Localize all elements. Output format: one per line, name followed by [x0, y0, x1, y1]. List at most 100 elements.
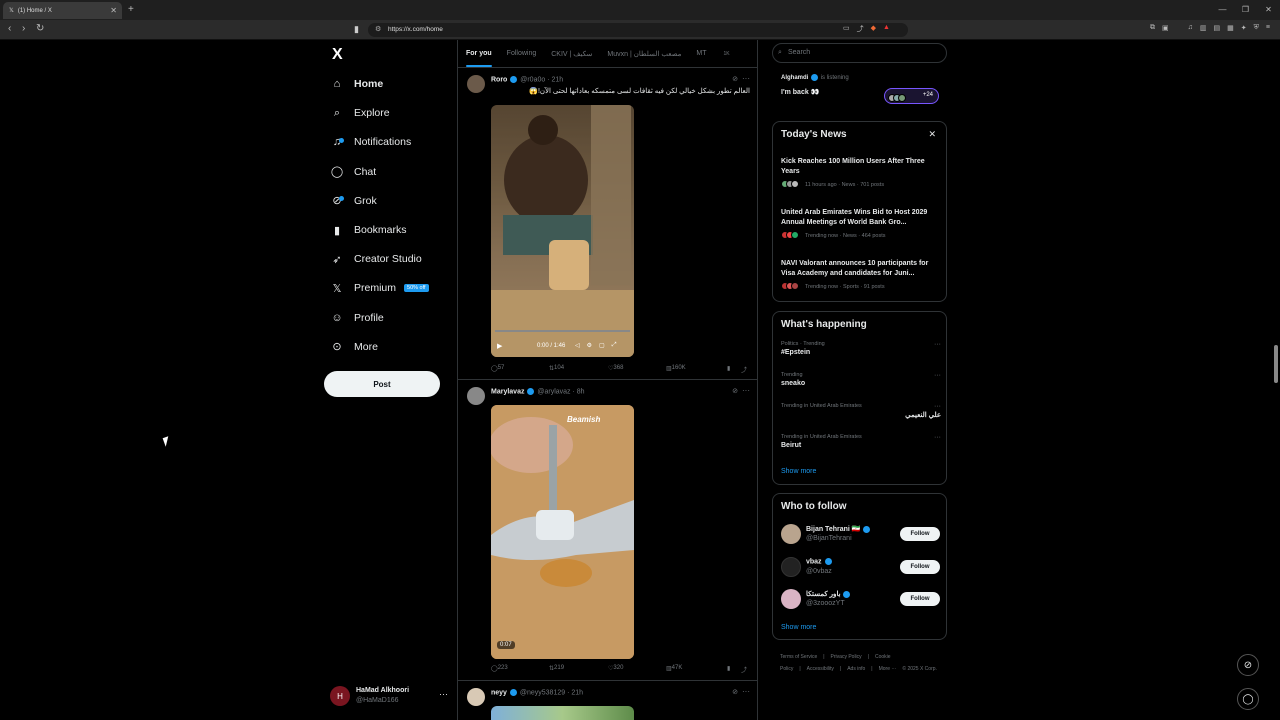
news-item[interactable]: NAVI Valorant announces 10 participants … [781, 259, 941, 292]
avatar[interactable] [467, 75, 485, 93]
grok-icon[interactable]: ⊘ [732, 688, 738, 696]
close-window-icon[interactable]: ✕ [1257, 0, 1280, 20]
wallet2-icon[interactable]: ▦ [1227, 24, 1234, 32]
bookmark-tweet-icon[interactable]: ▮ [727, 365, 730, 372]
tab-following[interactable]: Following [507, 50, 537, 57]
pip-icon[interactable]: ▢ [599, 342, 605, 349]
share-icon[interactable]: ⤴ [857, 24, 864, 34]
reply-button[interactable]: ◯ 57 [491, 365, 504, 372]
show-more-link[interactable]: Show more [781, 624, 816, 631]
nav-item-chat[interactable]: ◯ Chat [330, 162, 376, 182]
tweet[interactable]: neyy @neyy538129 · 21h ⊘ ··· [458, 682, 757, 720]
avatar[interactable] [467, 387, 485, 405]
like-button[interactable]: ♡ 320 [608, 665, 623, 672]
tweet-image[interactable] [491, 706, 634, 720]
forward-icon[interactable]: › [22, 23, 25, 34]
trend-item[interactable]: Trending in United Arab Emirates علي الن… [781, 403, 941, 419]
nav-item-explore[interactable]: ⌕ Explore [330, 103, 390, 123]
tweet-author[interactable]: Roro [491, 76, 507, 83]
shield-icon[interactable]: ◆ [871, 24, 876, 34]
tweet-author[interactable]: Marylavaz [491, 388, 524, 395]
browser-tab[interactable]: 𝕏 (1) Home / X ✕ [3, 2, 122, 19]
minimize-icon[interactable]: — [1211, 0, 1234, 20]
tweet-time[interactable]: 21h [552, 76, 564, 83]
nav-item-premium[interactable]: 𝕏 Premium 50% off [330, 278, 429, 298]
avatar[interactable] [467, 688, 485, 706]
follow-button[interactable]: Follow [900, 527, 940, 541]
reply-button[interactable]: ◯ 223 [491, 665, 508, 672]
trend-item[interactable]: Politics · Trending #Epstein ··· [781, 341, 941, 356]
avatar[interactable] [781, 589, 801, 609]
follow-button[interactable]: Follow [900, 560, 940, 574]
grok-icon[interactable]: ⊘ [732, 387, 738, 395]
bookmark-page-icon[interactable]: ▮ [354, 24, 359, 35]
follow-suggestion[interactable]: vbaz @0vbaz Follow [781, 557, 941, 583]
nav-item-bookmarks[interactable]: ▮ Bookmarks [330, 220, 407, 240]
share-tweet-icon[interactable]: ⤴ [741, 665, 747, 674]
address-bar[interactable]: ⚙ https://x.com/home [368, 23, 908, 37]
scrollbar[interactable] [1274, 345, 1278, 383]
footer-link[interactable]: Accessibility [807, 666, 834, 672]
tab-mt[interactable]: MT 1K [696, 50, 744, 57]
like-button[interactable]: ♡ 368 [608, 365, 623, 372]
extension-icon[interactable]: ⧉ [1150, 24, 1155, 32]
footer-link[interactable]: © 2025 X Corp. [902, 666, 937, 672]
video-progress[interactable] [495, 330, 630, 332]
tweet-video[interactable]: Beamish 0:07 [491, 405, 634, 659]
screenshot-icon[interactable]: ▭ [843, 24, 850, 34]
close-icon[interactable]: ✕ [928, 129, 936, 140]
more-dots-icon[interactable]: ··· [934, 403, 941, 410]
vpn-icon[interactable]: ⛨ [1254, 24, 1259, 32]
x-logo[interactable]: X [332, 46, 343, 64]
menu-icon[interactable]: ≡ [1266, 24, 1270, 32]
live-listening[interactable]: Alghamdi is listening I'm back 👀 +24 [772, 70, 947, 110]
more-dots-icon[interactable]: ··· [934, 434, 941, 441]
footer-link[interactable]: Ads info [847, 666, 865, 672]
restore-icon[interactable]: ❐ [1234, 0, 1257, 20]
news-item[interactable]: Kick Reaches 100 Million Users After Thr… [781, 157, 941, 190]
nav-item-profile[interactable]: ☺ Profile [330, 308, 383, 328]
follow-button[interactable]: Follow [900, 592, 940, 606]
grok-fab-icon[interactable]: ⊘ [1237, 654, 1259, 676]
nav-item-grok[interactable]: ⊘ Grok [330, 191, 376, 211]
footer-link[interactable]: Privacy Policy [831, 654, 862, 660]
footer-link[interactable]: Terms of Service [780, 654, 817, 660]
tab-muvxn[interactable]: Muvxn | مصعب السلطان [607, 50, 681, 58]
nav-item-more[interactable]: ⊙ More [330, 337, 378, 357]
tweet-video[interactable]: ▶ 0:00 / 1:46 ◁ ⚙ ▢ ⤢ [491, 105, 634, 357]
share-tweet-icon[interactable]: ⤴ [741, 365, 747, 374]
more-dots-icon[interactable]: ··· [934, 372, 941, 379]
tweet-author[interactable]: neyy [491, 689, 507, 696]
volume-icon[interactable]: ◁ [575, 342, 580, 349]
nav-item-notifications[interactable]: ♫ Notifications [330, 132, 411, 152]
listeners-pill[interactable]: +24 [884, 88, 939, 104]
more-dots-icon[interactable]: ··· [934, 341, 941, 348]
repost-button[interactable]: ⇅ 219 [549, 665, 564, 672]
new-tab-icon[interactable]: + [128, 4, 134, 15]
repost-button[interactable]: ⇅ 104 [549, 365, 564, 372]
site-info-icon[interactable]: ⚙ [375, 23, 381, 37]
messages-fab-icon[interactable]: ◯ [1237, 688, 1259, 710]
tweet-handle[interactable]: @neyy538129 [520, 689, 565, 696]
nav-item-home[interactable]: ⌂ Home [330, 74, 384, 94]
settings-icon[interactable]: ⚙ [587, 342, 592, 349]
more-dots-icon[interactable]: ··· [742, 687, 750, 696]
post-button[interactable]: Post [324, 371, 440, 397]
media-icon[interactable]: ♫ [1188, 24, 1193, 32]
more-dots-icon[interactable]: ··· [742, 74, 750, 83]
tweet-time[interactable]: 21h [571, 689, 583, 696]
play-icon[interactable]: ▶ [497, 342, 502, 350]
views-button[interactable]: ▥ 47K [666, 665, 682, 672]
reader-icon[interactable]: ▤ [1214, 24, 1221, 32]
account-switcher[interactable]: H HaMad Alkhoori @HaMaD166 ··· [330, 686, 450, 710]
tweet-time[interactable]: 8h [577, 388, 585, 395]
avatar[interactable] [781, 557, 801, 577]
avatar[interactable] [781, 524, 801, 544]
tweet-handle[interactable]: @arylavaz [537, 388, 570, 395]
tweet[interactable]: Roro @r0a0o · 21h ⊘ ··· العالم تطور بشكل… [458, 69, 757, 380]
rewards-icon[interactable]: ▲ [883, 24, 890, 34]
search-input[interactable]: ⌕ Search [772, 43, 947, 63]
tweet[interactable]: Marylavaz @arylavaz · 8h ⊘ ··· Beamish 0… [458, 381, 757, 681]
follow-suggestion[interactable]: باور كمستكا @3zooozYT Follow [781, 589, 941, 615]
news-item[interactable]: United Arab Emirates Wins Bid to Host 20… [781, 208, 941, 241]
